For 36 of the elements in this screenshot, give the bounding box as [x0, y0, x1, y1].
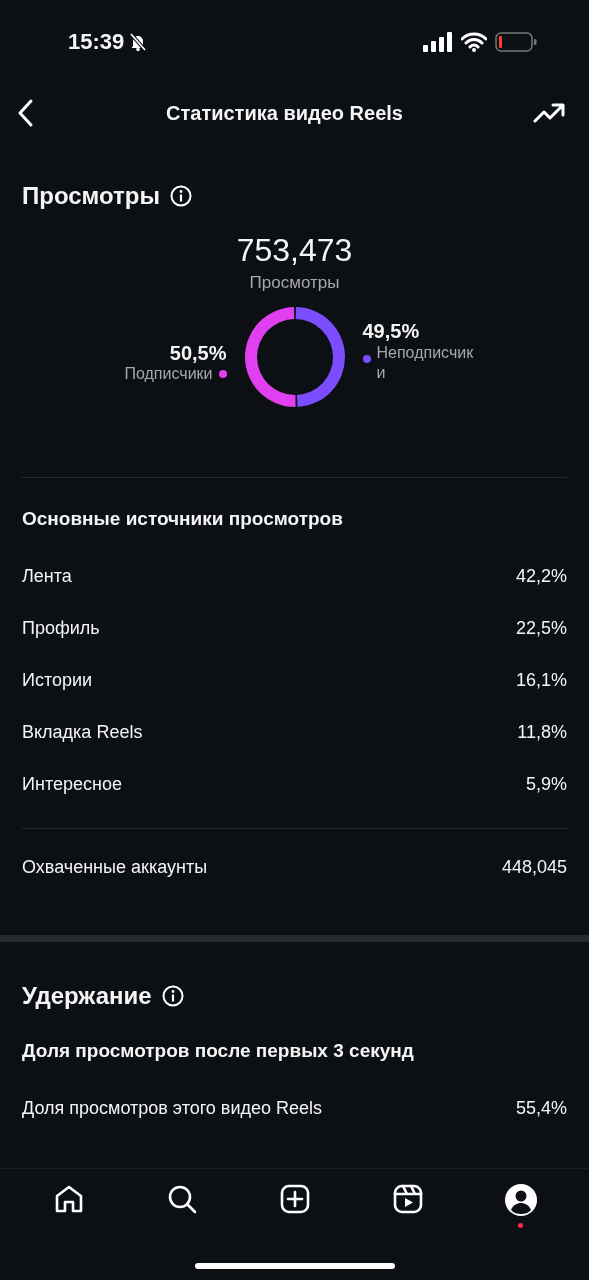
subsection-title: Доля просмотров после первых 3 секунд — [22, 1039, 415, 1063]
subsection-title: Основные источники просмотров — [22, 507, 344, 531]
profile-icon — [503, 1183, 538, 1217]
legend-label: Подписчики — [124, 364, 213, 383]
wifi-icon — [461, 32, 487, 52]
page-title: Статистика видео Reels — [166, 101, 403, 125]
reels-icon — [391, 1183, 424, 1215]
views-label: Просмотры — [249, 273, 340, 293]
section-title: Удержание — [22, 982, 152, 1010]
retention-label: Доля просмотров этого видео Reels — [22, 1097, 323, 1119]
signal-icon — [423, 32, 453, 52]
source-label: Вкладка Reels — [22, 721, 143, 743]
status-time: 15:39 — [68, 29, 125, 55]
source-label: Истории — [22, 669, 93, 691]
source-label: Лента — [22, 565, 72, 587]
source-value: 42,2% — [515, 565, 567, 587]
plus-square-icon — [278, 1183, 311, 1215]
reach-value: 448,045 — [501, 856, 567, 878]
info-icon[interactable] — [170, 185, 192, 207]
legend-percent: 50,5% — [169, 341, 227, 365]
info-icon[interactable] — [161, 985, 184, 1007]
source-value: 5,9% — [525, 773, 567, 795]
source-value: 11,8% — [517, 721, 567, 743]
legend-percent: 49,5% — [362, 319, 420, 343]
reach-label: Охваченные аккаунты — [22, 856, 208, 878]
retention-value: 55,4% — [515, 1097, 567, 1119]
source-label: Профиль — [22, 617, 100, 639]
source-value: 16,1% — [515, 669, 567, 691]
views-total: 753,473 — [236, 232, 353, 269]
source-value: 22,5% — [515, 617, 567, 639]
muted-bell-icon — [128, 32, 149, 52]
source-label: Интересное — [22, 773, 122, 795]
section-title: Просмотры — [22, 182, 160, 210]
trend-button[interactable] — [533, 101, 565, 125]
legend-label: Неподписчики — [376, 342, 475, 383]
battery-icon — [495, 32, 537, 52]
